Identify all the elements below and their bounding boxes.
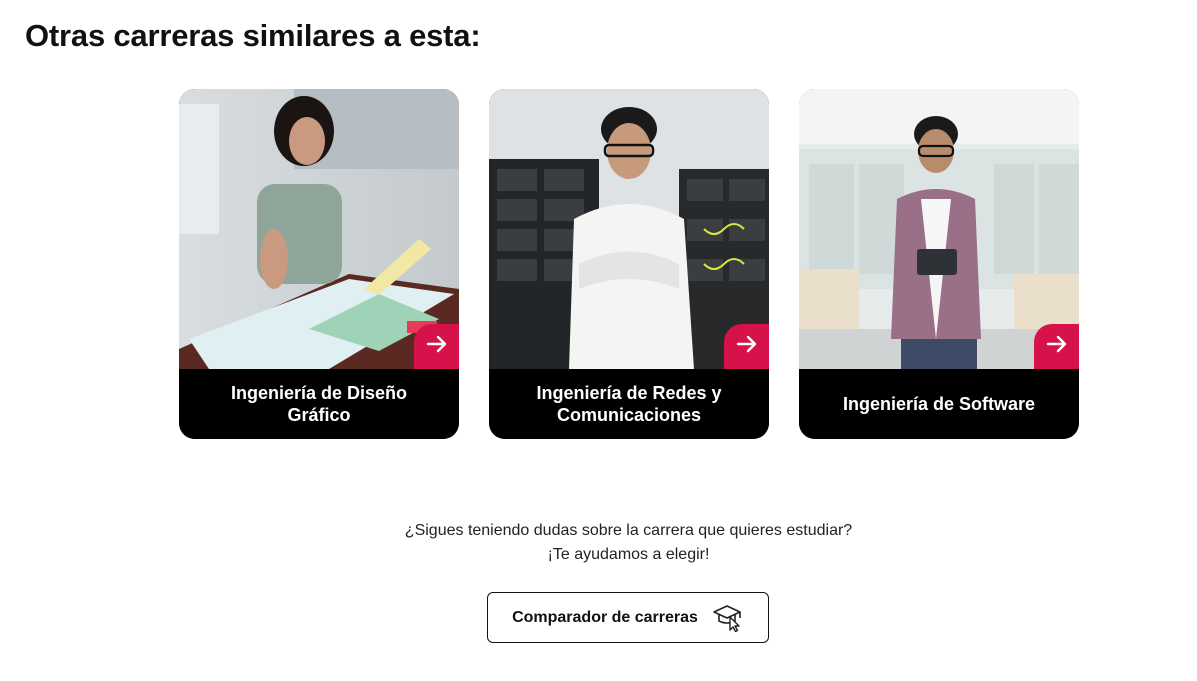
card-arrow-button[interactable] bbox=[1034, 324, 1079, 369]
card-title: Ingeniería de Redes y Comunicaciones bbox=[536, 383, 722, 425]
career-card-software[interactable]: Ingeniería de Software bbox=[799, 89, 1079, 439]
career-card-diseno-grafico[interactable]: Ingeniería de Diseño Gráfico bbox=[179, 89, 459, 439]
career-comparator-button[interactable]: Comparador de carreras bbox=[487, 592, 769, 643]
card-title: Ingeniería de Software bbox=[842, 394, 1036, 414]
career-photo-redes-comunicaciones bbox=[489, 89, 769, 369]
career-card-redes-comunicaciones[interactable]: Ingeniería de Redes y Comunicaciones bbox=[489, 89, 769, 439]
help-offer: ¡Te ayudamos a elegir! bbox=[547, 546, 710, 563]
graduation-cap-cursor-icon bbox=[712, 604, 744, 632]
card-arrow-button[interactable] bbox=[414, 324, 459, 369]
page: Otras carreras similares a esta: Ingenie… bbox=[0, 0, 1197, 681]
section-title: Otras carreras similares a esta: bbox=[25, 18, 481, 53]
career-photo-diseno-grafico bbox=[179, 89, 459, 369]
card-title: Ingeniería de Diseño Gráfico bbox=[230, 383, 408, 425]
card-arrow-button[interactable] bbox=[724, 324, 769, 369]
arrow-right-icon bbox=[1045, 332, 1069, 361]
arrow-right-icon bbox=[735, 332, 759, 361]
career-cards: Ingeniería de Diseño Gráfico Ingeniería … bbox=[179, 89, 1079, 439]
card-caption: Ingeniería de Redes y Comunicaciones bbox=[489, 369, 769, 439]
help-text: ¿Sigues teniendo dudas sobre la carrera … bbox=[0, 519, 1197, 567]
card-caption: Ingeniería de Software bbox=[799, 369, 1079, 439]
help-question: ¿Sigues teniendo dudas sobre la carrera … bbox=[404, 522, 853, 539]
career-comparator-label: Comparador de carreras bbox=[512, 608, 698, 626]
arrow-right-icon bbox=[425, 332, 449, 361]
card-caption: Ingeniería de Diseño Gráfico bbox=[179, 369, 459, 439]
career-photo-software bbox=[799, 89, 1079, 369]
